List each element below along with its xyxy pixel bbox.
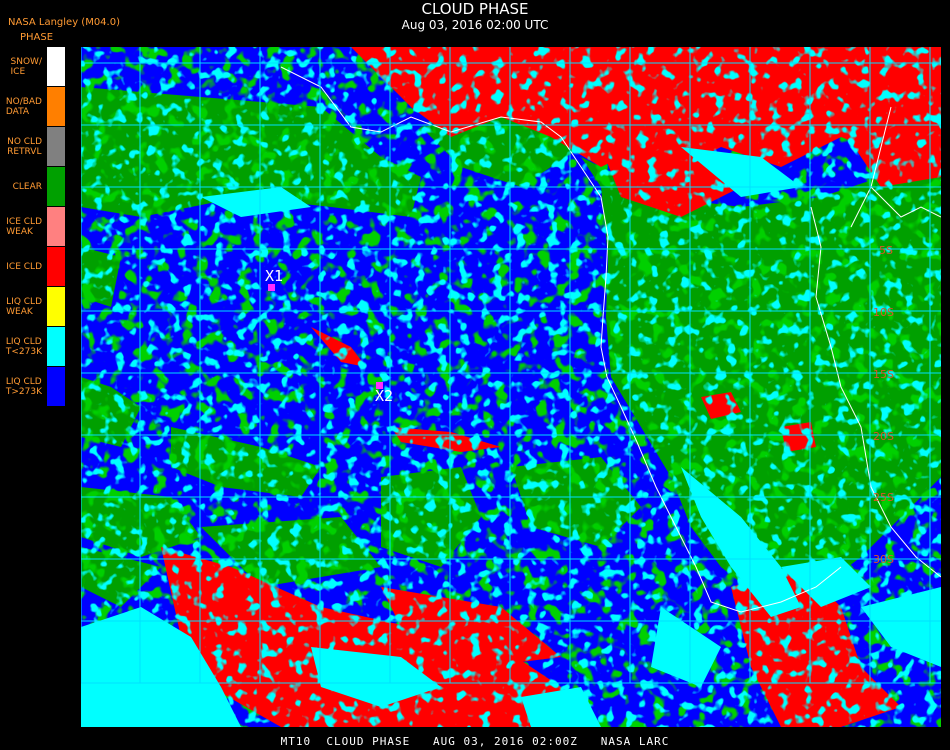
legend-swatch-no-bad-data bbox=[47, 87, 65, 127]
legend-swatch-snow-ice bbox=[47, 47, 65, 87]
legend-swatch-liquid-cloud-cold bbox=[47, 327, 65, 367]
lat-label-30s: 30S bbox=[873, 553, 894, 566]
legend-label-liquid-cloud-warm: LIQ CLD T>273K bbox=[5, 377, 42, 397]
legend-label-clear: CLEAR bbox=[12, 182, 42, 192]
legend-swatch-liquid-cloud-warm bbox=[47, 367, 65, 407]
marker-x2-label: X2 bbox=[375, 387, 394, 405]
cloud-phase-map[interactable]: 5S 10S 15S 20S 25S 30S X1 X2 bbox=[81, 47, 941, 727]
legend-label-no-bad-data: NO/BAD DATA bbox=[5, 97, 42, 117]
legend-swatch-ice-cloud bbox=[47, 247, 65, 287]
legend-color-bar bbox=[47, 47, 65, 407]
legend-label-no-cloud-retrieval: NO CLD RETRVL bbox=[7, 137, 42, 157]
legend-label-ice-cloud-weak: ICE CLD WEAK bbox=[6, 217, 42, 237]
lat-label-10s: 10S bbox=[873, 306, 894, 319]
legend-label-ice-cloud: ICE CLD bbox=[6, 262, 42, 272]
lat-label-15s: 15S bbox=[873, 368, 894, 381]
legend-swatch-liquid-cloud-weak bbox=[47, 287, 65, 327]
lat-label-20s: 20S bbox=[873, 430, 894, 443]
lat-label-25s: 25S bbox=[873, 491, 894, 504]
legend-swatch-no-cloud-retrieval bbox=[47, 127, 65, 167]
lat-label-5s: 5S bbox=[879, 244, 893, 257]
legend-label-liquid-cloud-cold: LIQ CLD T<273K bbox=[5, 337, 42, 357]
map-title: CLOUD PHASE bbox=[421, 0, 529, 18]
legend-labels: SNOW/ ICE NO/BAD DATA NO CLD RETRVL CLEA… bbox=[0, 47, 42, 407]
footer-caption: MT10 CLOUD PHASE AUG 03, 2016 02:00Z NAS… bbox=[280, 735, 670, 748]
legend-swatch-ice-cloud-weak bbox=[47, 207, 65, 247]
cloud-speckle bbox=[81, 47, 941, 727]
legend-label-liquid-cloud-weak: LIQ CLD WEAK bbox=[6, 297, 42, 317]
map-timestamp: Aug 03, 2016 02:00 UTC bbox=[401, 18, 549, 32]
marker-x1-label: X1 bbox=[265, 267, 284, 285]
satellite-image bbox=[81, 47, 941, 727]
marker-x1-point[interactable] bbox=[268, 284, 275, 291]
legend-swatch-clear bbox=[47, 167, 65, 207]
producer-label: NASA Langley (M04.0) bbox=[8, 17, 120, 28]
legend-label-snow-ice: SNOW/ ICE bbox=[10, 57, 42, 77]
legend-title: PHASE bbox=[20, 32, 54, 43]
